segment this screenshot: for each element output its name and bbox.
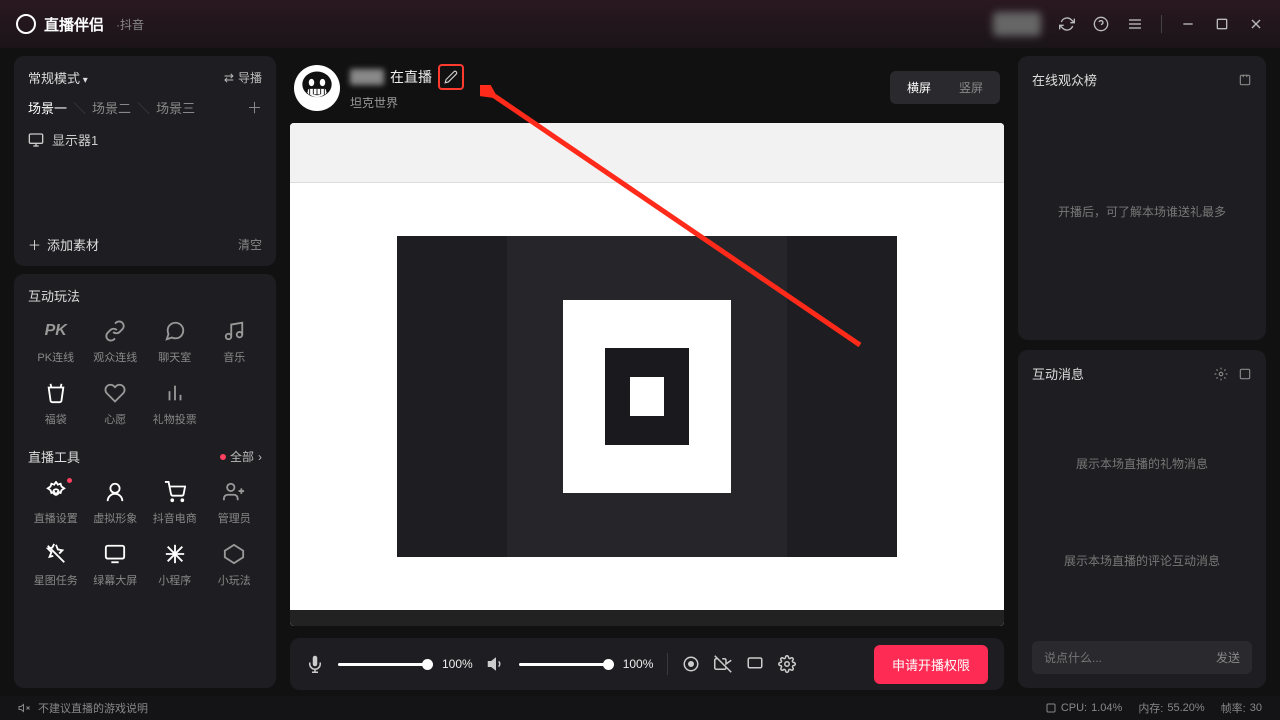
status-warning[interactable]: 不建议直播的游戏说明 (38, 700, 148, 716)
left-sidebar: 常规模式 ⇄ 导播 场景一＼ 场景二＼ 场景三 ＋ 显示器1 ＋ 添加素材 清空 (0, 48, 290, 696)
tool-greenscreen[interactable]: 绿幕大屏 (88, 538, 144, 592)
app-sub: ·抖音 (116, 16, 144, 33)
chat-send-button[interactable]: 发送 (1216, 649, 1240, 666)
titlebar: 直播伴侣 ·抖音 (0, 0, 1280, 48)
edit-title-button[interactable] (438, 64, 464, 90)
tool-miniprogram[interactable]: 小程序 (147, 538, 203, 592)
tool-ecommerce[interactable]: 抖音电商 (147, 476, 203, 530)
audience-placeholder: 开播后，可了解本场谁送礼最多 (1032, 97, 1252, 326)
tools-title: 直播工具 (28, 447, 80, 466)
add-scene-button[interactable]: ＋ (247, 97, 262, 118)
app-name: 直播伴侣 (44, 14, 104, 35)
audience-panel: 在线观众榜 开播后，可了解本场谁送礼最多 (1018, 56, 1266, 340)
gear-icon[interactable] (1214, 367, 1228, 381)
interactive-title: 互动玩法 (28, 286, 80, 305)
status-fps: 帧率:30 (1221, 700, 1262, 716)
stream-header: 在直播 坦克世界 横屏 竖屏 (290, 56, 1004, 123)
clear-sources-button[interactable]: 清空 (238, 236, 262, 253)
live-status: 在直播 (390, 67, 432, 87)
status-bar: 不建议直播的游戏说明 CPU: 1.04% 内存: 55.20% 帧率:30 (0, 696, 1280, 720)
right-column: 在线观众榜 开播后，可了解本场谁送礼最多 互动消息 展示本场直播的礼物消息 展示… (1012, 48, 1280, 696)
chat-input[interactable] (1044, 651, 1216, 665)
popout-icon[interactable] (1238, 367, 1252, 381)
tool-minigame[interactable]: 小玩法 (207, 538, 263, 592)
minimize-icon[interactable] (1180, 16, 1196, 32)
center-column: 在直播 坦克世界 横屏 竖屏 (290, 48, 1012, 696)
record-icon[interactable] (682, 655, 700, 673)
tool-chatroom[interactable]: 聊天室 (147, 315, 203, 369)
tool-audience-link[interactable]: 观众连线 (88, 315, 144, 369)
refresh-icon[interactable] (1059, 16, 1075, 32)
tools-all-link[interactable]: 全部 › (220, 448, 262, 465)
mic-slider[interactable] (338, 663, 428, 666)
speaker-slider[interactable] (519, 663, 609, 666)
popout-icon[interactable] (1238, 73, 1252, 87)
orientation-toggle: 横屏 竖屏 (890, 71, 1000, 104)
messages-panel: 互动消息 展示本场直播的礼物消息 展示本场直播的评论互动消息 发送 (1018, 350, 1266, 688)
msg-gift-placeholder: 展示本场直播的礼物消息 (1076, 455, 1208, 472)
mic-icon[interactable] (306, 655, 324, 673)
source-item-monitor[interactable]: 显示器1 (28, 130, 262, 149)
user-name-blurred (993, 12, 1041, 36)
speaker-icon[interactable] (487, 655, 505, 673)
tool-avatar[interactable]: 虚拟形象 (88, 476, 144, 530)
add-source-button[interactable]: ＋ 添加素材 (28, 235, 99, 254)
control-bar: 100% 100% 申请开播权限 (290, 638, 1004, 690)
streamer-name-blurred (350, 69, 384, 85)
tool-wish[interactable]: 心愿 (88, 377, 144, 431)
tool-gift-vote[interactable]: 礼物投票 (147, 377, 203, 431)
tool-admin[interactable]: 管理员 (207, 476, 263, 530)
tool-star-task[interactable]: 星图任务 (28, 538, 84, 592)
streamer-avatar[interactable] (294, 65, 340, 111)
scene-tabs: 场景一＼ 场景二＼ 场景三 ＋ (28, 97, 262, 118)
audience-title: 在线观众榜 (1032, 70, 1097, 89)
mic-percent: 100% (442, 657, 473, 671)
tool-luckybag[interactable]: 福袋 (28, 377, 84, 431)
status-cpu: CPU: 1.04% (1045, 702, 1122, 714)
status-mem: 内存: 55.20% (1138, 700, 1204, 716)
messages-title: 互动消息 (1032, 364, 1084, 383)
orientation-horizontal[interactable]: 横屏 (893, 74, 945, 101)
scene-tab-1[interactable]: 场景一 (28, 98, 67, 117)
tool-music[interactable]: 音乐 (207, 315, 263, 369)
preview-canvas[interactable] (290, 123, 1004, 626)
interactive-panel: 互动玩法 PKPK连线 观众连线 聊天室 音乐 福袋 心愿 礼物投票 直播工具 … (14, 274, 276, 688)
orientation-vertical[interactable]: 竖屏 (945, 74, 997, 101)
menu-icon[interactable] (1127, 16, 1143, 32)
mute-icon[interactable] (18, 702, 30, 714)
app-logo: 直播伴侣 ·抖音 (16, 14, 144, 35)
chat-input-wrap: 发送 (1032, 641, 1252, 674)
close-icon[interactable] (1248, 16, 1264, 32)
speaker-percent: 100% (623, 657, 654, 671)
maximize-icon[interactable] (1214, 16, 1230, 32)
scene-tab-3[interactable]: 场景三 (156, 98, 195, 117)
tool-pk[interactable]: PKPK连线 (28, 315, 84, 369)
msg-comment-placeholder: 展示本场直播的评论互动消息 (1064, 552, 1220, 569)
settings-icon[interactable] (778, 655, 796, 673)
stream-category[interactable]: 坦克世界 (350, 94, 464, 111)
director-button[interactable]: ⇄ 导播 (224, 69, 262, 86)
tool-stream-settings[interactable]: 直播设置 (28, 476, 84, 530)
screen-icon[interactable] (746, 655, 764, 673)
scene-panel: 常规模式 ⇄ 导播 场景一＼ 场景二＼ 场景三 ＋ 显示器1 ＋ 添加素材 清空 (14, 56, 276, 266)
scene-tab-2[interactable]: 场景二 (92, 98, 131, 117)
help-icon[interactable] (1093, 16, 1109, 32)
mode-select[interactable]: 常规模式 (28, 68, 88, 87)
camera-off-icon[interactable] (714, 655, 732, 673)
start-stream-button[interactable]: 申请开播权限 (874, 645, 988, 684)
logo-icon (16, 14, 36, 34)
